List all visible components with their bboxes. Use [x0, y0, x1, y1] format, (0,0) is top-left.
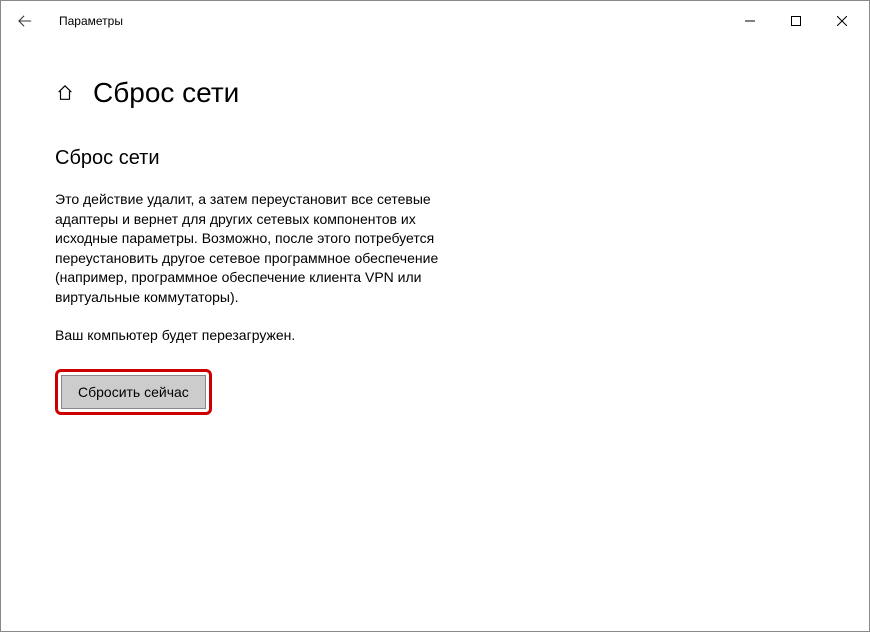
close-icon [837, 16, 847, 26]
reset-now-button[interactable]: Сбросить сейчас [61, 375, 206, 409]
maximize-icon [791, 16, 801, 26]
close-button[interactable] [819, 1, 865, 41]
titlebar: Параметры [1, 1, 869, 41]
arrow-left-icon [18, 14, 32, 28]
maximize-button[interactable] [773, 1, 819, 41]
description-text-2: Ваш компьютер будет перезагружен. [55, 326, 467, 346]
minimize-button[interactable] [727, 1, 773, 41]
content-area: Сброс сети Это действие удалит, а затем … [1, 109, 521, 415]
app-title: Параметры [59, 14, 123, 28]
minimize-icon [745, 16, 755, 26]
page-header: Сброс сети [1, 41, 869, 109]
section-title: Сброс сети [55, 147, 467, 170]
home-button[interactable] [55, 83, 75, 103]
description-text-1: Это действие удалит, а затем переустанов… [55, 190, 467, 308]
page-title: Сброс сети [93, 77, 239, 109]
window-controls [727, 1, 865, 41]
back-button[interactable] [5, 1, 45, 41]
home-icon [56, 84, 74, 102]
reset-button-highlight: Сбросить сейчас [55, 369, 212, 415]
